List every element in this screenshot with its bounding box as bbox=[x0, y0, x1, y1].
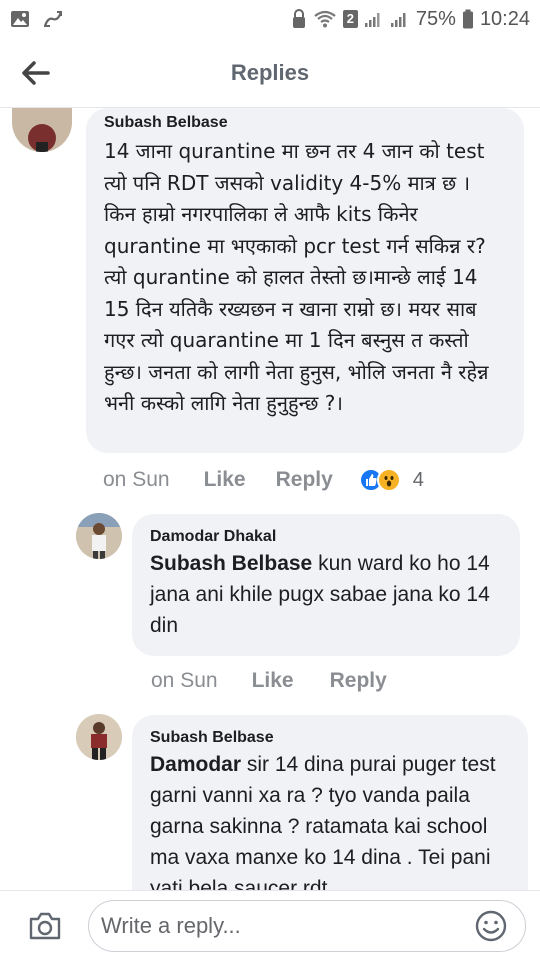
data-saver-icon bbox=[43, 11, 63, 27]
comment-actions: on Sun Like Reply 4 bbox=[103, 468, 424, 492]
reaction-count: 4 bbox=[412, 468, 424, 491]
comment-author[interactable]: Subash Belbase bbox=[150, 729, 510, 747]
comment-timestamp[interactable]: on Sun bbox=[151, 669, 218, 693]
comment-text: Subash Belbase kun ward ko ho 14 jana an… bbox=[150, 548, 502, 641]
avatar[interactable] bbox=[76, 714, 122, 760]
comment-author[interactable]: Subash Belbase bbox=[104, 114, 506, 132]
reply-button[interactable]: Reply bbox=[276, 468, 333, 492]
reply-bubble[interactable]: Subash Belbase Damodar sir 14 dina purai… bbox=[132, 715, 528, 890]
alarm-lock-icon bbox=[292, 9, 305, 28]
status-bar: 2 75% 10:24 bbox=[0, 0, 540, 38]
clock: 10:24 bbox=[479, 7, 530, 30]
signal-icon bbox=[364, 13, 380, 27]
signal-icon-2 bbox=[390, 13, 406, 27]
reply-bubble[interactable]: Damodar Dhakal Subash Belbase kun ward k… bbox=[132, 514, 520, 656]
mention-link[interactable]: Damodar bbox=[150, 753, 241, 776]
gallery-icon bbox=[11, 11, 29, 27]
comment-author[interactable]: Damodar Dhakal bbox=[150, 528, 502, 546]
comment-timestamp[interactable]: on Sun bbox=[103, 468, 170, 492]
sim-slot-badge: 2 bbox=[342, 10, 358, 28]
battery-icon bbox=[462, 9, 473, 29]
like-button[interactable]: Like bbox=[204, 468, 246, 492]
avatar[interactable] bbox=[76, 513, 122, 559]
replies-thread[interactable]: Subash Belbase 14 जाना qurantine मा छन त… bbox=[0, 108, 540, 890]
wow-emoji-icon bbox=[376, 468, 401, 492]
wifi-icon bbox=[314, 10, 336, 28]
comment-bubble[interactable]: Subash Belbase 14 जाना qurantine मा छन त… bbox=[86, 108, 524, 453]
reply-button[interactable]: Reply bbox=[330, 669, 387, 693]
mention-link[interactable]: Subash Belbase bbox=[150, 552, 312, 575]
reply-composer bbox=[0, 890, 540, 960]
camera-icon[interactable] bbox=[28, 911, 62, 941]
page-title: Replies bbox=[230, 59, 310, 85]
comment-text: Damodar sir 14 dina purai puger test gar… bbox=[150, 749, 510, 890]
battery-percent: 75% bbox=[415, 7, 456, 30]
comment-text: 14 जाना qurantine मा छन तर 4 जान को test… bbox=[104, 139, 489, 415]
reply-input[interactable] bbox=[88, 900, 526, 952]
avatar[interactable] bbox=[12, 108, 72, 152]
arrow-left-icon[interactable] bbox=[18, 56, 52, 90]
comment-actions: on Sun Like Reply bbox=[151, 669, 417, 693]
reactions-summary[interactable]: 4 bbox=[358, 468, 424, 492]
like-button[interactable]: Like bbox=[252, 669, 294, 693]
smiley-icon[interactable] bbox=[474, 909, 508, 943]
app-header: Replies bbox=[0, 38, 540, 108]
